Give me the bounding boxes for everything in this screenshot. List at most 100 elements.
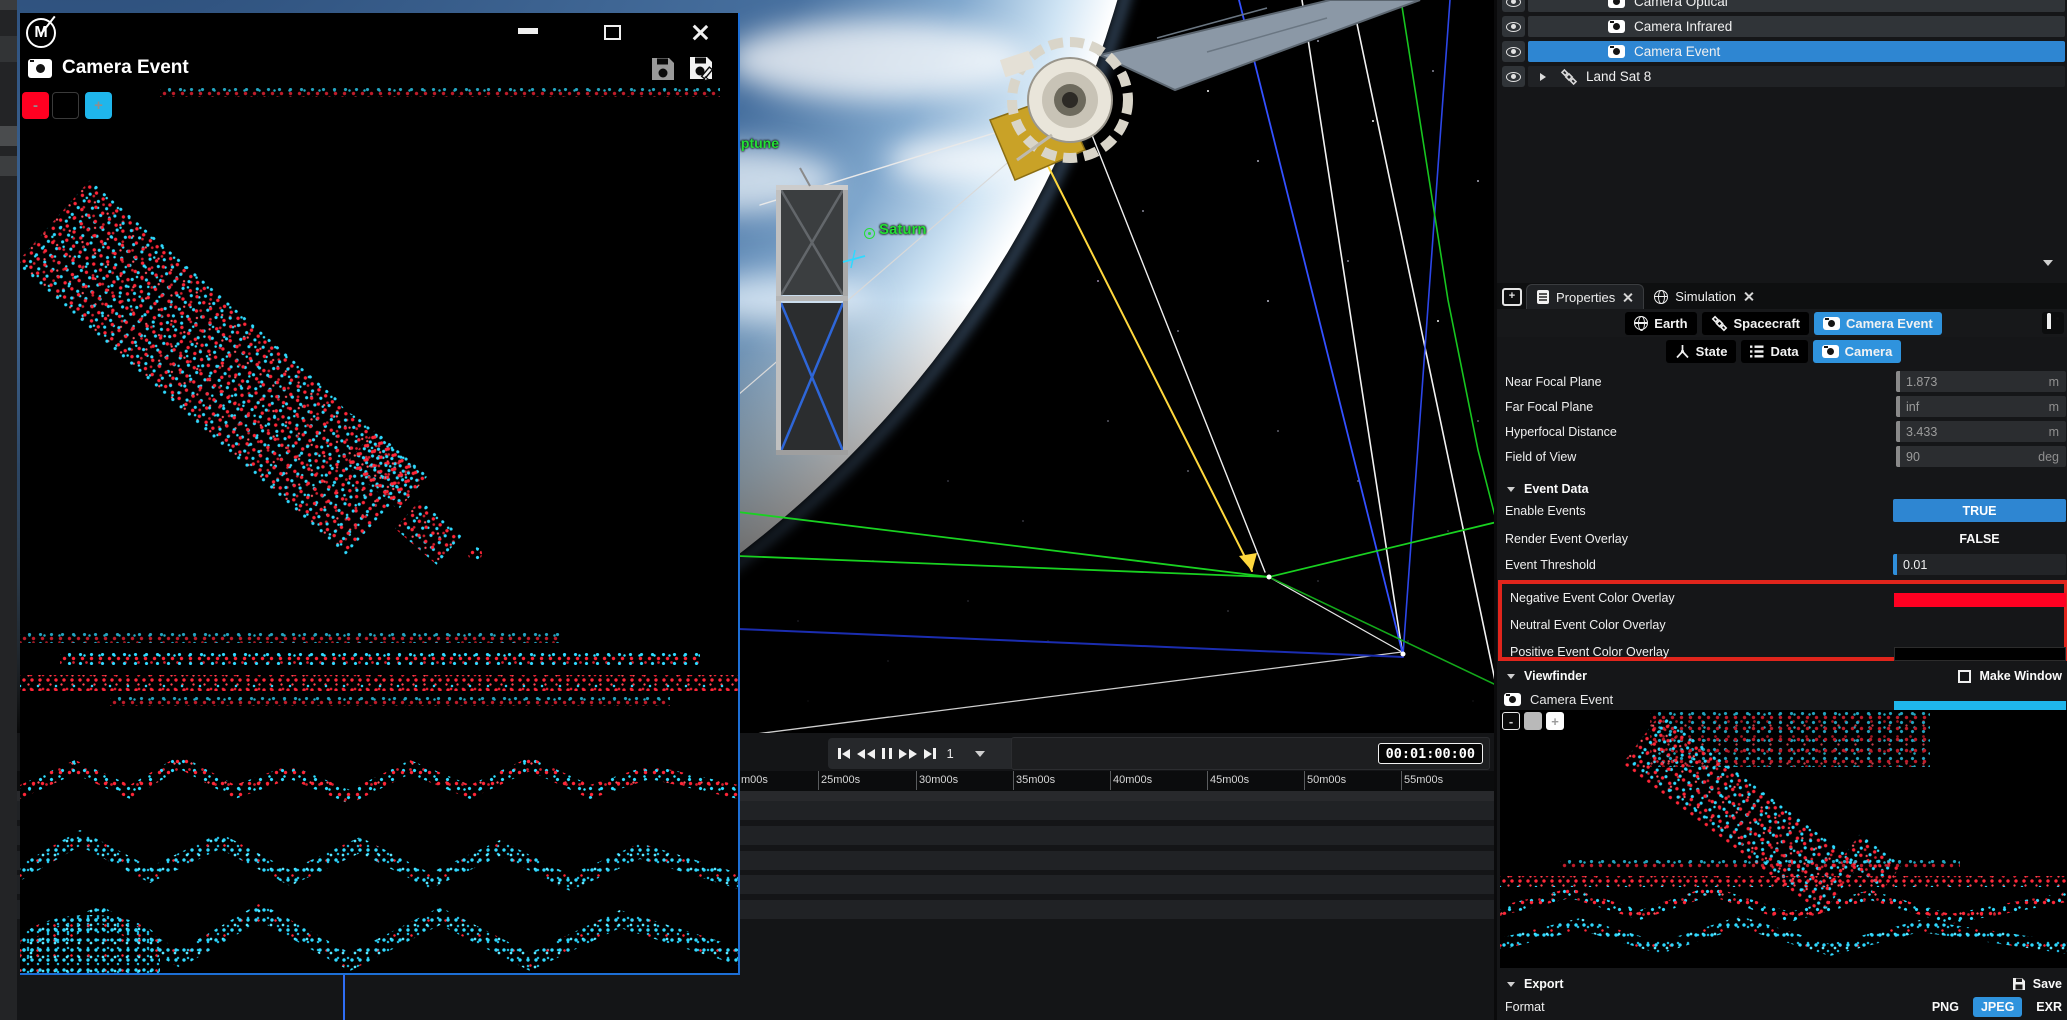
- collapse-caret-icon: [1507, 674, 1515, 679]
- playback-speed[interactable]: 1: [947, 746, 954, 761]
- format-option-png[interactable]: PNG: [1932, 1000, 1959, 1014]
- tick-label: 25m00s: [821, 774, 860, 786]
- breadcrumb-camera-event[interactable]: Camera Event: [1814, 312, 1942, 335]
- left-strip-block: [0, 0, 17, 10]
- checkbox-icon: [1958, 670, 1971, 683]
- property-unit: m: [2049, 400, 2059, 414]
- event-threshold-input[interactable]: 0.01: [1893, 554, 2066, 575]
- section-export[interactable]: Export Save: [1497, 974, 2067, 994]
- camera-icon: [1608, 20, 1625, 33]
- positive-color-button[interactable]: +: [85, 92, 112, 119]
- panel-dropdown-caret[interactable]: [2043, 260, 2053, 266]
- preview-negative-color-button[interactable]: -: [1502, 712, 1520, 730]
- render-event-overlay-toggle[interactable]: FALSE: [1893, 532, 2066, 546]
- section-event-data[interactable]: Event Data: [1497, 479, 2067, 499]
- minimize-button[interactable]: [518, 28, 538, 34]
- save-as-button[interactable]: [688, 55, 716, 88]
- tree-item-camera-optical[interactable]: Camera Optical: [1528, 0, 2065, 12]
- eye-icon: [1506, 0, 1521, 7]
- format-option-exr[interactable]: EXR: [2036, 1000, 2062, 1014]
- panel-tab-bar: + Properties Simulation: [1497, 283, 2067, 309]
- subtab-camera[interactable]: Camera: [1813, 340, 1902, 363]
- lock-icon: [2047, 315, 2059, 329]
- left-strip-icon[interactable]: [0, 126, 17, 146]
- save-icon: [650, 56, 676, 82]
- property-row: Positive Event Color Overlay: [1502, 641, 2064, 662]
- visibility-eye-button[interactable]: [1502, 0, 1525, 12]
- subtab-bar: State Data Camera: [1497, 338, 2067, 365]
- skip-end-button[interactable]: [924, 747, 936, 761]
- property-row: Neutral Event Color Overlay: [1502, 614, 2064, 635]
- property-label: Far Focal Plane: [1505, 400, 1593, 414]
- globe-icon: [1634, 316, 1648, 330]
- field-of-view-field[interactable]: 90deg: [1896, 446, 2066, 467]
- property-unit: m: [2049, 375, 2059, 389]
- save-image-button[interactable]: [650, 56, 676, 87]
- format-row: Format PNG JPEG EXR: [1497, 996, 2067, 1017]
- satellite-icon: [1711, 315, 1728, 332]
- lock-button[interactable]: [2042, 312, 2064, 334]
- tab-simulation[interactable]: Simulation: [1644, 284, 1764, 309]
- maximize-button[interactable]: [604, 25, 621, 40]
- tick-label: 50m00s: [1307, 774, 1346, 786]
- left-strip-icon[interactable]: [0, 156, 17, 176]
- close-tab-icon[interactable]: [1743, 291, 1754, 302]
- neutral-color-button[interactable]: [52, 92, 79, 119]
- negative-color-swatch[interactable]: [1894, 593, 2066, 607]
- speed-dropdown-caret[interactable]: [975, 751, 985, 757]
- tick-mark: [1207, 771, 1208, 790]
- expand-caret-icon[interactable]: [1540, 73, 1546, 81]
- subtab-state[interactable]: State: [1666, 340, 1737, 363]
- timeline-time-field[interactable]: 00:01:00:00: [1011, 737, 1490, 770]
- visibility-eye-button[interactable]: [1502, 41, 1525, 62]
- negative-color-button[interactable]: -: [22, 92, 49, 119]
- subtab-data[interactable]: Data: [1741, 340, 1807, 363]
- camera-icon: [1504, 693, 1521, 706]
- tree-item-camera-event[interactable]: Camera Event: [1528, 41, 2065, 62]
- pause-button[interactable]: [882, 747, 893, 761]
- enable-events-toggle[interactable]: TRUE: [1893, 499, 2066, 522]
- viewfinder-preview[interactable]: [1500, 710, 2067, 968]
- visibility-eye-button[interactable]: [1502, 66, 1525, 87]
- breadcrumb-earth[interactable]: Earth: [1625, 312, 1696, 335]
- property-label: Near Focal Plane: [1505, 375, 1602, 389]
- property-row: Negative Event Color Overlay: [1502, 587, 2064, 608]
- tree-item-land-sat-8[interactable]: Land Sat 8: [1528, 66, 2065, 87]
- event-camera-view[interactable]: [20, 85, 738, 973]
- close-tab-icon[interactable]: [1622, 292, 1633, 303]
- camera-event-window[interactable]: M Camera Event: [20, 13, 740, 975]
- section-viewfinder[interactable]: Viewfinder Make Window: [1497, 666, 2067, 686]
- save-edit-icon: [688, 55, 716, 83]
- playback-controls: 1: [828, 738, 1021, 769]
- breadcrumb-spacecraft[interactable]: Spacecraft: [1702, 312, 1809, 335]
- hyperfocal-distance-field[interactable]: 3.433m: [1896, 421, 2066, 442]
- preview-neutral-color-button[interactable]: [1524, 712, 1542, 730]
- fast-forward-button[interactable]: [899, 747, 917, 761]
- property-row: Hyperfocal Distance 3.433m: [1497, 421, 2067, 442]
- left-strip-block: [0, 36, 17, 62]
- preview-positive-color-button[interactable]: +: [1546, 712, 1564, 730]
- far-focal-plane-field[interactable]: infm: [1896, 396, 2066, 417]
- near-focal-plane-field[interactable]: 1.873m: [1896, 371, 2066, 392]
- breadcrumb-label: Earth: [1654, 316, 1687, 331]
- eye-icon: [1506, 72, 1521, 82]
- format-option-jpeg[interactable]: JPEG: [1973, 997, 2022, 1017]
- close-button[interactable]: [691, 23, 709, 41]
- left-edge-panel: [0, 0, 17, 1020]
- visibility-eye-button[interactable]: [1502, 16, 1525, 37]
- save-button[interactable]: Save: [2012, 977, 2062, 991]
- add-panel-icon[interactable]: +: [1502, 288, 1522, 306]
- document-icon: [1537, 290, 1549, 304]
- tab-properties[interactable]: Properties: [1526, 284, 1644, 309]
- tick-mark: [1110, 771, 1111, 790]
- skip-start-button[interactable]: [838, 747, 850, 761]
- subtab-label: State: [1696, 344, 1728, 359]
- format-label: Format: [1505, 1000, 1545, 1014]
- property-unit: m: [2049, 425, 2059, 439]
- rewind-button[interactable]: [857, 747, 875, 761]
- property-label: Event Threshold: [1505, 558, 1596, 572]
- make-window-control[interactable]: Make Window: [1958, 669, 2062, 683]
- tree-item-camera-infrared[interactable]: Camera Infrared: [1528, 16, 2065, 37]
- window-title-row: Camera Event: [28, 57, 189, 79]
- tick-mark: [818, 771, 819, 790]
